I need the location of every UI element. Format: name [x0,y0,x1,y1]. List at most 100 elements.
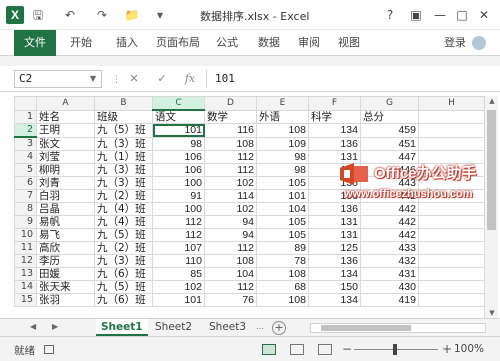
page-layout-view-icon[interactable] [290,344,304,355]
row-header[interactable]: 8 [14,202,37,216]
cell[interactable]: 易帆 [36,215,95,229]
cell[interactable]: 九（5）班 [94,280,153,294]
cell[interactable]: 105 [256,215,309,229]
cell[interactable]: 语文 [152,109,205,124]
cell[interactable]: 91 [152,189,205,203]
tab-file[interactable]: 文件 [14,30,56,56]
cell[interactable]: 100 [152,176,205,190]
cell[interactable] [418,267,485,281]
cell[interactable]: 九（2）班 [94,241,153,255]
cell[interactable]: 94 [204,215,257,229]
cell[interactable]: 108 [256,267,309,281]
cell[interactable]: 68 [256,280,309,294]
cell[interactable]: 九（5）班 [94,228,153,242]
cell[interactable]: 150 [308,280,361,294]
cell[interactable]: 110 [152,254,205,268]
column-header-d[interactable]: D [204,96,257,111]
cell[interactable]: 九（4）班 [94,202,153,216]
sheet-tab-sheet1[interactable]: Sheet1 [96,319,148,336]
cell[interactable]: 105 [256,228,309,242]
more-sheets-icon[interactable]: … [256,322,264,331]
cell[interactable]: 419 [360,293,419,307]
row-header[interactable]: 1 [14,109,37,124]
cell[interactable]: 136 [308,254,361,268]
cell[interactable]: 112 [152,228,205,242]
cell[interactable]: 114 [204,189,257,203]
customize-quick-access-icon[interactable]: ▾ [152,7,168,23]
cell[interactable]: 九（1）班 [94,150,153,164]
next-sheet-icon[interactable]: ▶ [52,322,58,331]
cell[interactable]: 102 [204,202,257,216]
cell[interactable] [418,202,485,216]
row-header[interactable]: 15 [14,293,37,307]
row-header[interactable]: 11 [14,241,37,255]
cell[interactable]: 外语 [256,109,309,124]
redo-icon[interactable]: ↷ [94,7,110,23]
horizontal-scroll-thumb[interactable] [321,325,411,331]
normal-view-icon[interactable] [262,344,276,355]
cell[interactable]: 108 [256,293,309,307]
tab-page-layout[interactable]: 页面布局 [150,30,206,56]
row-header[interactable]: 14 [14,280,37,294]
cell[interactable]: 102 [152,280,205,294]
cell[interactable]: 九（6）班 [94,267,153,281]
cell[interactable]: 张天来 [36,280,95,294]
cell[interactable]: 112 [204,241,257,255]
sheet-tab-sheet3[interactable]: Sheet3 [204,319,251,336]
save-icon[interactable]: 🖫 [30,7,46,23]
tab-view[interactable]: 视图 [332,30,366,56]
cell[interactable] [418,215,485,229]
cell[interactable]: 431 [360,267,419,281]
tab-insert[interactable]: 插入 [110,30,144,56]
cell[interactable]: 131 [308,228,361,242]
cell[interactable]: 76 [204,293,257,307]
cell[interactable]: 九（6）班 [94,293,153,307]
row-header[interactable]: 9 [14,215,37,229]
undo-icon[interactable]: ↶ [62,7,78,23]
scroll-up-icon[interactable]: ▲ [485,97,499,105]
name-box[interactable]: C2 [14,70,102,88]
vertical-scroll-thumb[interactable] [487,110,496,230]
name-box-dropdown-icon[interactable]: ▼ [90,74,96,83]
cell[interactable] [418,241,485,255]
column-header-a[interactable]: A [36,96,95,111]
cell[interactable]: 451 [360,136,419,151]
cell[interactable]: 刘青 [36,176,95,190]
cell[interactable]: 112 [204,280,257,294]
cell[interactable]: 张羽 [36,293,95,307]
cell[interactable]: 九（3）班 [94,163,153,177]
zoom-out-button[interactable]: − [342,342,352,356]
cell[interactable]: 九（2）班 [94,189,153,203]
cell[interactable]: 136 [308,202,361,216]
cell[interactable]: 134 [308,267,361,281]
cell[interactable]: 442 [360,215,419,229]
row-header[interactable]: 12 [14,254,37,268]
enter-icon[interactable]: ✓ [154,71,170,87]
cell[interactable]: 李历 [36,254,95,268]
cell[interactable]: 108 [256,123,309,138]
cell[interactable]: 101 [256,189,309,203]
tab-review[interactable]: 审阅 [292,30,326,56]
cell[interactable]: 数学 [204,109,257,124]
cell[interactable]: 王明 [36,123,95,138]
cell[interactable]: 柳明 [36,163,95,177]
insert-function-icon[interactable]: fx [182,71,198,87]
cell[interactable] [418,280,485,294]
cell[interactable]: 78 [256,254,309,268]
zoom-slider-thumb[interactable] [393,344,397,355]
add-sheet-button[interactable]: + [272,321,286,335]
cell[interactable]: 105 [256,176,309,190]
cell[interactable]: 109 [256,136,309,151]
cell[interactable]: 112 [152,215,205,229]
vertical-scrollbar[interactable]: ▲ ▼ [484,96,498,318]
cell[interactable]: 442 [360,202,419,216]
horizontal-scrollbar[interactable] [310,323,486,333]
cell[interactable]: 高欣 [36,241,95,255]
cell[interactable]: 112 [204,163,257,177]
scroll-down-icon[interactable]: ▼ [485,309,499,317]
cell[interactable] [418,109,485,124]
column-header-f[interactable]: F [308,96,361,111]
row-header[interactable]: 7 [14,189,37,203]
row-header[interactable]: 3 [14,136,37,151]
row-header[interactable]: 4 [14,150,37,164]
